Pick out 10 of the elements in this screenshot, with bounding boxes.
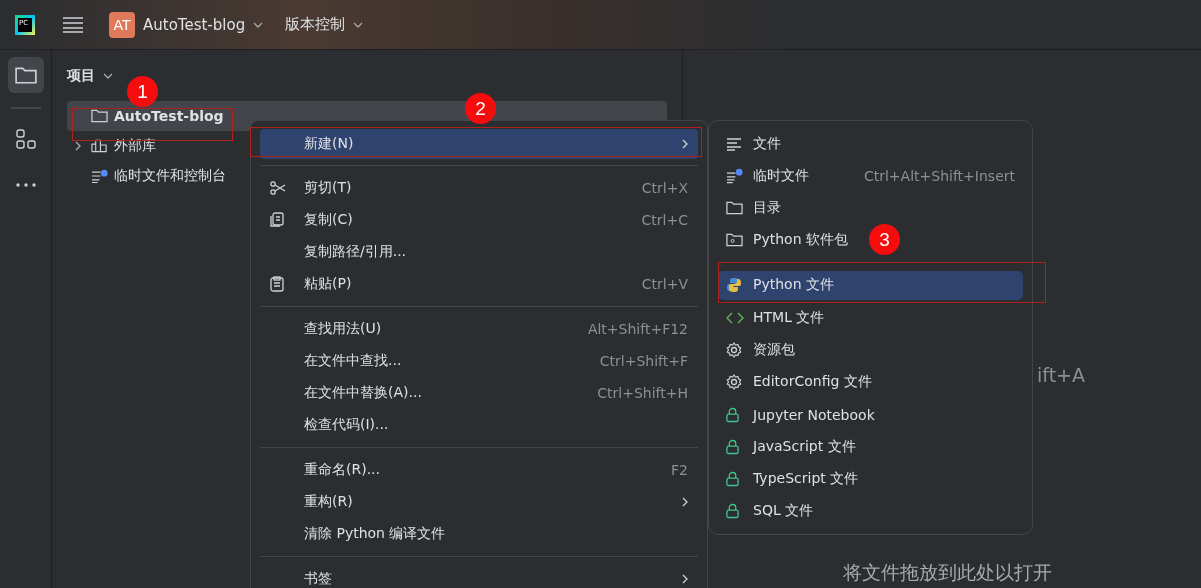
shortcut-hint: ift+A xyxy=(1037,364,1085,386)
shortcut-label: Ctrl+X xyxy=(641,180,688,196)
shortcut-label: Ctrl+V xyxy=(641,276,688,292)
drop-hint: 将文件拖放到此处以打开 xyxy=(843,560,1052,585)
shortcut-label: Alt+Shift+F12 xyxy=(587,321,688,337)
shortcut-label: F2 xyxy=(671,462,688,478)
shortcut-label: Ctrl+Shift+F xyxy=(599,353,688,369)
shortcut-label: Ctrl+C xyxy=(641,212,688,228)
shortcut-label: Ctrl+Shift+H xyxy=(597,385,688,401)
shortcut-label: Ctrl+Alt+Shift+Insert xyxy=(863,168,1015,185)
